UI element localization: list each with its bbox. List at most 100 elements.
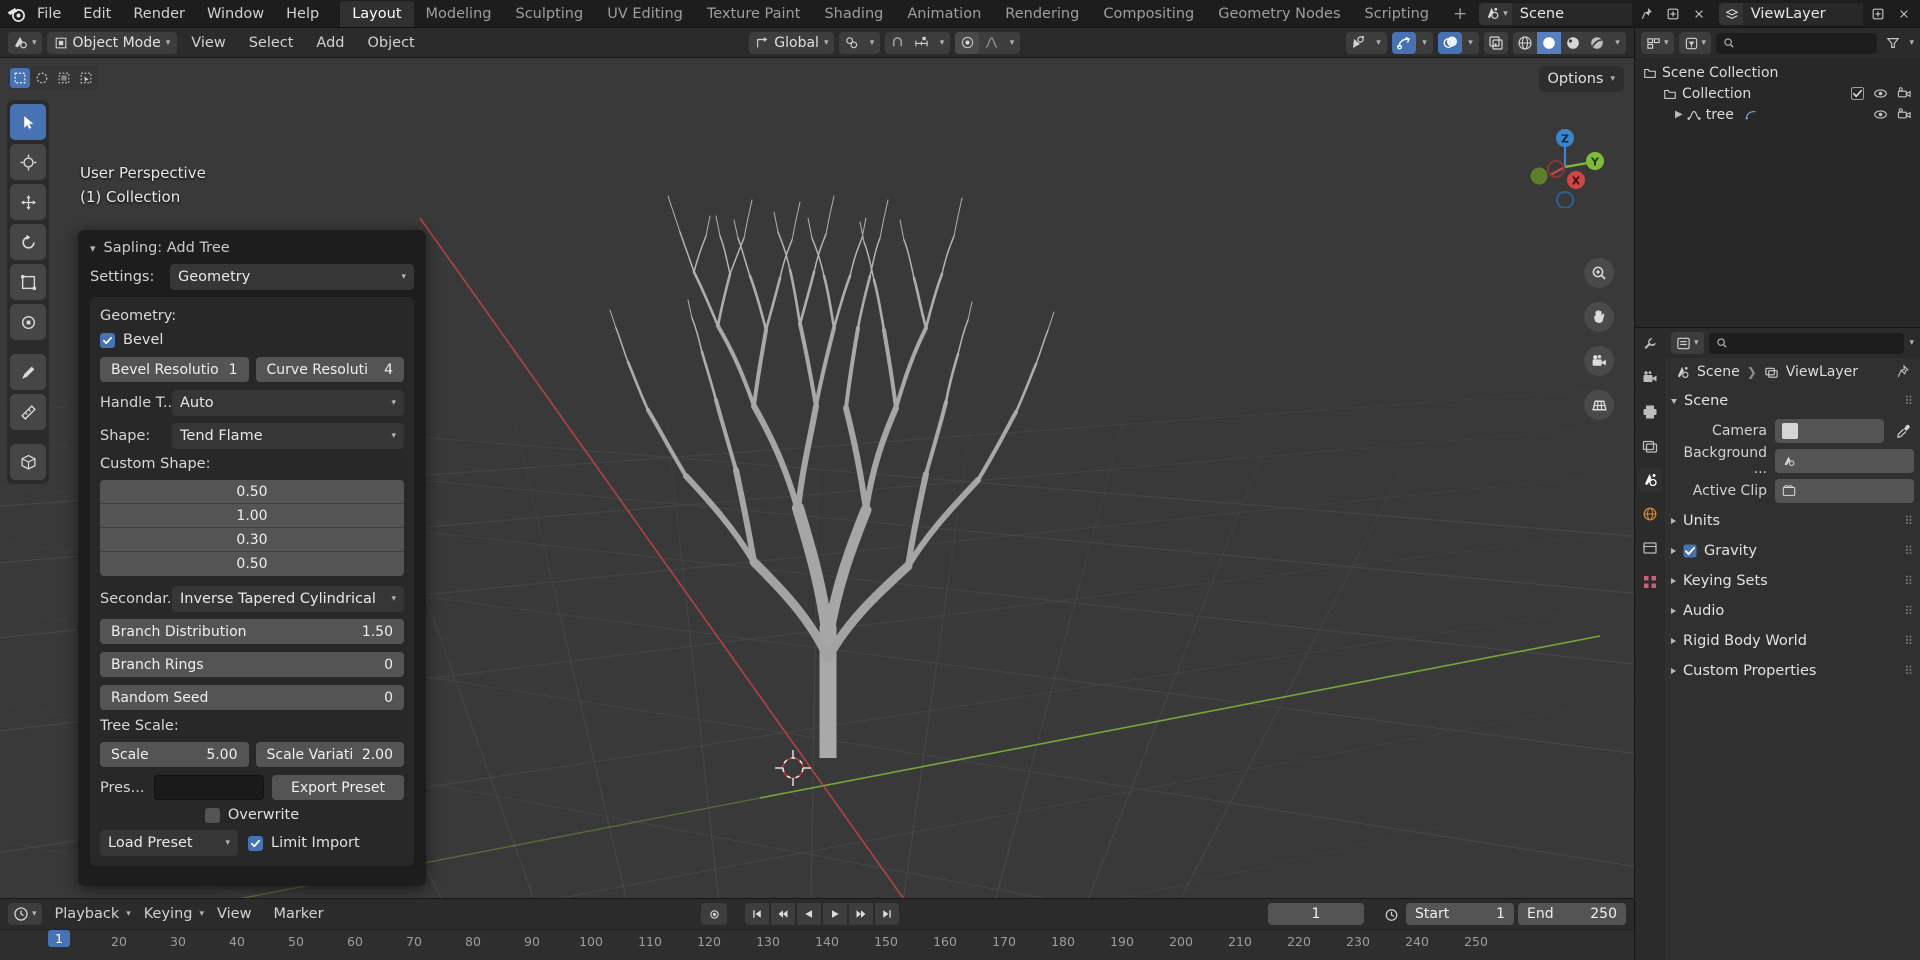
- tab-uv-editing[interactable]: UV Editing: [595, 1, 695, 27]
- breadcrumb-scene[interactable]: Scene: [1697, 364, 1740, 380]
- operator-panel-header[interactable]: ▾ Sapling: Add Tree: [78, 230, 426, 264]
- camera-view-icon[interactable]: [1584, 346, 1614, 376]
- outliner-search-box[interactable]: [1716, 32, 1878, 54]
- section-custom-properties[interactable]: Custom Properties ⠿: [1671, 656, 1914, 686]
- transform-tool[interactable]: [10, 304, 46, 340]
- outliner-row-scene-collection[interactable]: Scene Collection: [1635, 62, 1920, 83]
- xray-toggle[interactable]: [1484, 31, 1508, 54]
- menu-render[interactable]: Render: [122, 3, 196, 25]
- outliner-search-input[interactable]: [1741, 35, 1871, 51]
- random-seed-field[interactable]: Random Seed 0: [100, 685, 404, 710]
- viewport-menu-select[interactable]: Select: [240, 32, 303, 54]
- pivot-point-icon[interactable]: [839, 32, 863, 54]
- settings-dropdown[interactable]: Geometry ▾: [170, 264, 414, 290]
- pan-hand-icon[interactable]: [1584, 302, 1614, 332]
- shading-wireframe-icon[interactable]: [1513, 32, 1537, 54]
- branch-distribution-field[interactable]: Branch Distribution 1.50: [100, 619, 404, 644]
- menu-edit[interactable]: Edit: [72, 3, 122, 25]
- viewport-menu-view[interactable]: View: [182, 32, 234, 54]
- zoom-icon[interactable]: [1584, 258, 1614, 288]
- shading-material-preview-icon[interactable]: [1561, 32, 1585, 54]
- select-lasso-icon[interactable]: [54, 68, 74, 88]
- auto-keying-icon[interactable]: [701, 903, 728, 925]
- bevel-checkbox[interactable]: [100, 332, 115, 348]
- pin-icon[interactable]: [1896, 365, 1910, 379]
- viewlayer-name-field[interactable]: ViewLayer: [1742, 2, 1863, 25]
- collection-box-icon[interactable]: [1638, 536, 1662, 560]
- select-box-icon[interactable]: [10, 68, 30, 88]
- move-tool[interactable]: [10, 184, 46, 220]
- gizmo-group[interactable]: ▾: [1392, 31, 1433, 54]
- section-rigid-body-world[interactable]: Rigid Body World ⠿: [1671, 626, 1914, 656]
- branch-rings-field[interactable]: Branch Rings 0: [100, 652, 404, 677]
- tab-geometry-nodes[interactable]: Geometry Nodes: [1206, 1, 1352, 27]
- xray-toggle-icon[interactable]: [1484, 32, 1508, 54]
- pivot-point-selector[interactable]: ▾: [839, 31, 881, 54]
- select-mode-group[interactable]: [8, 66, 98, 90]
- preset-name-input[interactable]: [154, 775, 264, 800]
- playhead[interactable]: 1: [48, 930, 81, 960]
- timeline-editor-icon[interactable]: ▾: [8, 903, 42, 925]
- snap-magnet-icon[interactable]: [885, 32, 909, 54]
- overlays-icon[interactable]: [1438, 31, 1462, 54]
- menu-file[interactable]: File: [26, 3, 72, 25]
- transform-orientation-selector[interactable]: Global ▾: [749, 31, 835, 54]
- breadcrumb-viewlayer[interactable]: ViewLayer: [1786, 364, 1858, 380]
- prev-keyframe-icon[interactable]: [771, 903, 796, 925]
- viewport-menu-add[interactable]: Add: [307, 32, 353, 54]
- object-data-icon[interactable]: [1638, 570, 1662, 594]
- render-camera-icon[interactable]: [1638, 366, 1662, 390]
- measure-tool[interactable]: [10, 394, 46, 430]
- handle-type-dropdown[interactable]: Auto ▾: [172, 390, 404, 416]
- shading-rendered-icon[interactable]: [1585, 32, 1609, 54]
- blender-logo-icon[interactable]: [6, 3, 26, 25]
- scene-selector[interactable]: ▾ Scene: [1479, 2, 1632, 25]
- timeline-menu-view[interactable]: View: [208, 903, 260, 925]
- properties-search-input[interactable]: [1733, 335, 1898, 351]
- overlays-group[interactable]: ▾: [1438, 31, 1479, 54]
- current-frame-field[interactable]: 1: [1268, 903, 1364, 925]
- timeline-menu-playback[interactable]: Playback: [46, 903, 129, 925]
- limit-import-checkbox[interactable]: [248, 835, 263, 851]
- object-visibility-icon[interactable]: [1346, 32, 1370, 54]
- menu-help[interactable]: Help: [275, 3, 330, 25]
- gizmo-icon[interactable]: [1392, 31, 1416, 54]
- eye-icon[interactable]: [1873, 86, 1888, 101]
- outliner-row-collection[interactable]: Collection: [1635, 83, 1920, 104]
- outliner-row-tree[interactable]: ▶ tree: [1635, 104, 1920, 125]
- play-icon[interactable]: [823, 903, 848, 925]
- proportional-editing-group[interactable]: ▾: [955, 31, 1021, 54]
- custom-shape-value-3[interactable]: 0.50: [100, 552, 404, 576]
- end-frame-field[interactable]: End 250: [1518, 903, 1626, 925]
- filter-icon[interactable]: [1882, 32, 1904, 54]
- outliner-tree[interactable]: Scene Collection Collection ▶ tree: [1635, 58, 1920, 327]
- gravity-checkbox[interactable]: [1683, 544, 1697, 558]
- printer-icon[interactable]: [1638, 400, 1662, 424]
- scale-field[interactable]: Scale 5.00: [100, 742, 249, 767]
- cursor-tool[interactable]: [10, 144, 46, 180]
- expand-triangle-icon[interactable]: ▶: [1675, 109, 1683, 120]
- proportional-falloff-icon[interactable]: [979, 32, 1003, 54]
- properties-search-box[interactable]: [1708, 332, 1905, 354]
- outliner-filter-type-icon[interactable]: ▾: [1678, 32, 1712, 54]
- overwrite-checkbox[interactable]: [204, 807, 220, 823]
- scale-variation-field[interactable]: Scale Variati 2.00: [255, 742, 404, 767]
- viewlayer-icon[interactable]: [1718, 2, 1743, 25]
- new-scene-icon[interactable]: [1662, 3, 1684, 25]
- tab-layout[interactable]: Layout: [340, 0, 414, 27]
- custom-shape-list[interactable]: 0.50 1.00 0.30 0.50: [100, 480, 404, 576]
- section-keying-sets[interactable]: Keying Sets ⠿: [1671, 566, 1914, 596]
- viewport-options-button[interactable]: Options ▾: [1538, 66, 1624, 92]
- shading-mode-group[interactable]: ▾: [1513, 31, 1626, 54]
- camera-render-icon[interactable]: [1897, 107, 1912, 122]
- custom-shape-value-2[interactable]: 0.30: [100, 528, 404, 552]
- 3d-viewport[interactable]: User Perspective (1) Collection Options …: [0, 58, 1634, 898]
- tree-object[interactable]: [510, 158, 1150, 758]
- proportional-edit-icon[interactable]: [955, 31, 980, 54]
- editor-type-3dview-icon[interactable]: ▾: [8, 31, 42, 54]
- camera-field[interactable]: [1775, 419, 1884, 443]
- remove-scene-icon[interactable]: [1688, 3, 1710, 25]
- overwrite-row[interactable]: Overwrite: [100, 807, 404, 823]
- tab-shading[interactable]: Shading: [812, 1, 895, 27]
- camera-render-icon[interactable]: [1897, 86, 1912, 101]
